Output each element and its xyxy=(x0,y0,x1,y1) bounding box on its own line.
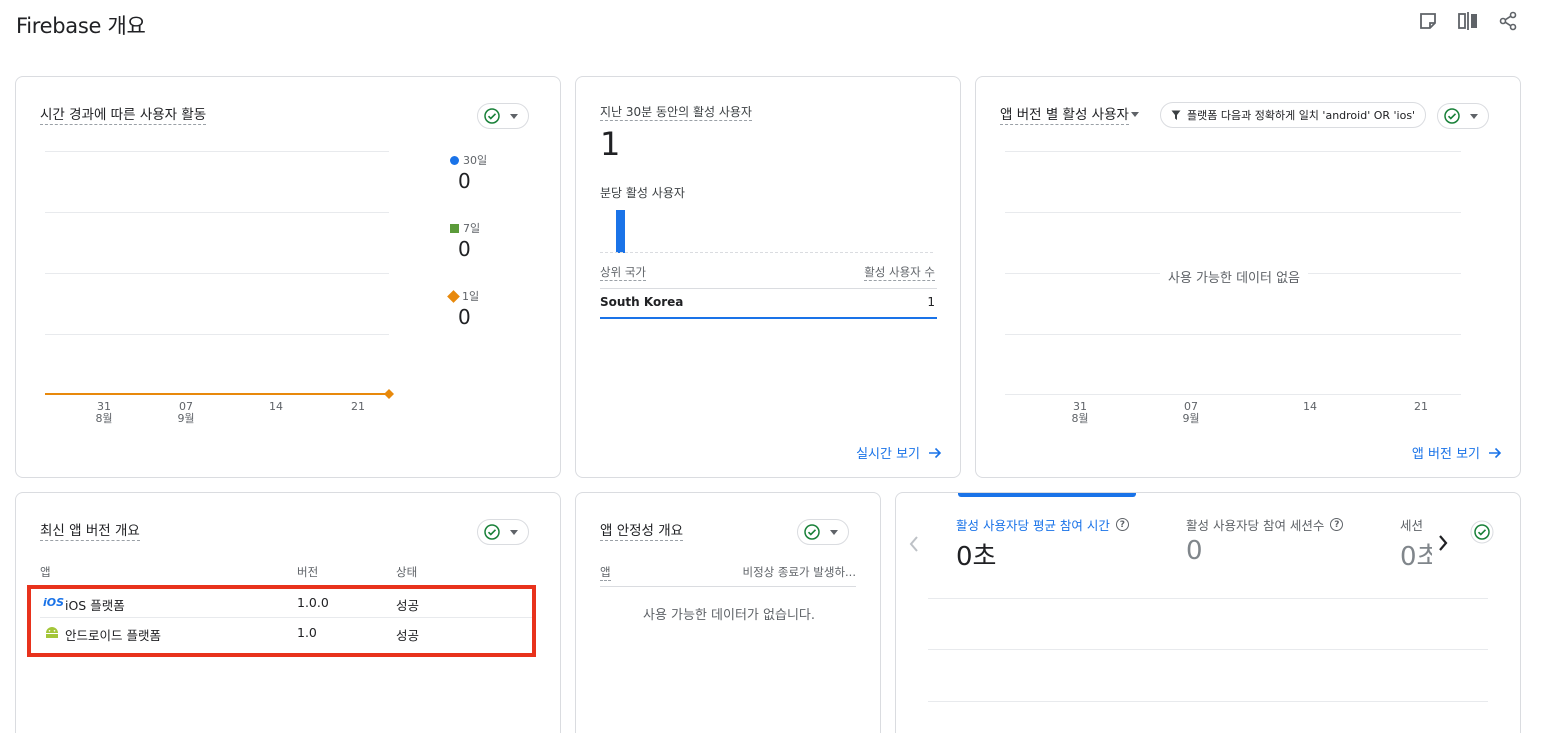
realtime-value: 1 xyxy=(600,125,621,163)
arrow-right-icon xyxy=(1489,447,1502,458)
country-users: 1 xyxy=(927,295,935,309)
legend-1d-value: 0 xyxy=(458,305,471,329)
x-tick-day: 14 xyxy=(269,400,283,413)
country-header: 상위 국가 xyxy=(600,265,646,281)
header-crash: 비정상 종료가 발생하... xyxy=(742,565,857,579)
note-icon[interactable] xyxy=(1415,10,1441,32)
card-title: 앱 버전 별 활성 사용자 xyxy=(1000,103,1129,125)
header-version: 버전 xyxy=(297,565,319,579)
card-title-dropdown[interactable]: 앱 버전 별 활성 사용자 xyxy=(1000,103,1139,125)
app-version-view-link[interactable]: 앱 버전 보기 xyxy=(1412,443,1502,462)
app-version-users-card: 앱 버전 별 활성 사용자 플랫폼 다음과 정확하게 일치 'android' … xyxy=(975,76,1521,478)
compare-icon[interactable] xyxy=(1455,10,1481,32)
circle-icon xyxy=(450,155,459,165)
per-minute-bar xyxy=(616,210,625,253)
status-dropdown[interactable] xyxy=(1437,103,1489,129)
platform-filter-chip[interactable]: 플랫폼 다음과 정확하게 일치 'android' OR 'ios' xyxy=(1160,102,1427,128)
user-activity-card: 시간 경과에 따른 사용자 활동 31 8월 07 9월 14 21 30일 0 7… xyxy=(15,76,561,478)
x-tick-day: 21 xyxy=(351,400,365,413)
page-title: Firebase 개요 xyxy=(16,14,146,38)
chevron-down-icon xyxy=(1470,113,1478,119)
x-tick-month: 9월 xyxy=(177,412,195,425)
active-tab-indicator xyxy=(958,493,1136,497)
users-header: 활성 사용자 수 xyxy=(864,265,935,281)
x-tick-month: 8월 xyxy=(95,412,113,425)
status-dropdown[interactable] xyxy=(477,519,529,545)
check-circle-icon xyxy=(1444,108,1460,124)
header-app: 앱 xyxy=(600,565,611,581)
engagement-card: 활성 사용자당 평균 참여 시간? 0초 활성 사용자당 참여 세션수? 0 세… xyxy=(895,492,1521,733)
x-tick-day: 14 xyxy=(1303,400,1317,413)
diamond-icon xyxy=(447,289,460,303)
legend-7d-value: 0 xyxy=(458,237,471,261)
series-end-marker xyxy=(384,389,394,399)
realtime-card: 지난 30분 동안의 활성 사용자 1 분당 활성 사용자 상위 국가 활성 사… xyxy=(575,76,961,478)
per-minute-label: 분당 활성 사용자 xyxy=(600,186,685,200)
chevron-down-icon xyxy=(1130,111,1139,117)
stability-card: 앱 안정성 개요 앱 비정상 종료가 발생하... 사용 가능한 데이터가 없습… xyxy=(575,492,881,733)
check-circle-icon[interactable] xyxy=(1470,520,1494,544)
tab-value: 0초 xyxy=(1400,542,1432,572)
help-icon[interactable]: ? xyxy=(1330,518,1344,531)
empty-state: 사용 가능한 데이터 없음 xyxy=(1160,267,1308,286)
square-icon xyxy=(450,223,459,233)
chevron-down-icon xyxy=(510,529,518,535)
tab-avg-engagement-time[interactable]: 활성 사용자당 평균 참여 시간? xyxy=(956,515,1129,534)
card-title: 최신 앱 버전 개요 xyxy=(40,519,140,541)
legend-1d: 1일 xyxy=(447,288,479,304)
empty-state: 사용 가능한 데이터가 없습니다. xyxy=(642,608,815,623)
help-icon[interactable]: ? xyxy=(1115,518,1129,531)
share-icon[interactable] xyxy=(1495,10,1521,32)
country-bar xyxy=(600,317,937,319)
series-line xyxy=(45,393,389,395)
card-title: 지난 30분 동안의 활성 사용자 xyxy=(600,105,752,121)
chevron-right-icon[interactable] xyxy=(1437,534,1449,552)
header-status: 상태 xyxy=(396,565,418,579)
check-circle-icon xyxy=(804,524,820,540)
x-tick-month: 9월 xyxy=(1182,412,1200,425)
legend-30d-value: 0 xyxy=(458,169,471,193)
card-title: 앱 안정성 개요 xyxy=(600,519,684,541)
filter-icon xyxy=(1171,110,1181,120)
check-circle-icon xyxy=(484,524,500,540)
tab-sessions-per-user[interactable]: 활성 사용자당 참여 세션수? xyxy=(1186,515,1344,534)
realtime-view-link[interactable]: 실시간 보기 xyxy=(856,443,942,462)
tab-session-clipped[interactable]: 세션 0초 xyxy=(1400,507,1432,577)
arrow-right-icon xyxy=(929,447,942,458)
highlight-box xyxy=(27,585,536,657)
x-tick-day: 21 xyxy=(1414,400,1428,413)
card-title: 시간 경과에 따른 사용자 활동 xyxy=(40,103,207,125)
check-circle-icon xyxy=(484,108,500,124)
header-app: 앱 xyxy=(40,565,51,579)
status-dropdown[interactable] xyxy=(797,519,849,545)
legend-7d: 7일 xyxy=(450,220,480,236)
chevron-down-icon xyxy=(510,113,518,119)
top-actions xyxy=(1415,10,1521,32)
country-name: South Korea xyxy=(600,295,684,309)
legend-30d: 30일 xyxy=(450,152,487,168)
status-dropdown[interactable] xyxy=(477,103,529,129)
tab-value: 0 xyxy=(1186,536,1203,566)
x-tick-month: 8월 xyxy=(1071,412,1089,425)
tab-label: 세션 xyxy=(1400,518,1424,533)
tab-value: 0초 xyxy=(956,542,997,572)
chevron-down-icon xyxy=(830,529,838,535)
chevron-left-icon[interactable] xyxy=(908,535,920,553)
